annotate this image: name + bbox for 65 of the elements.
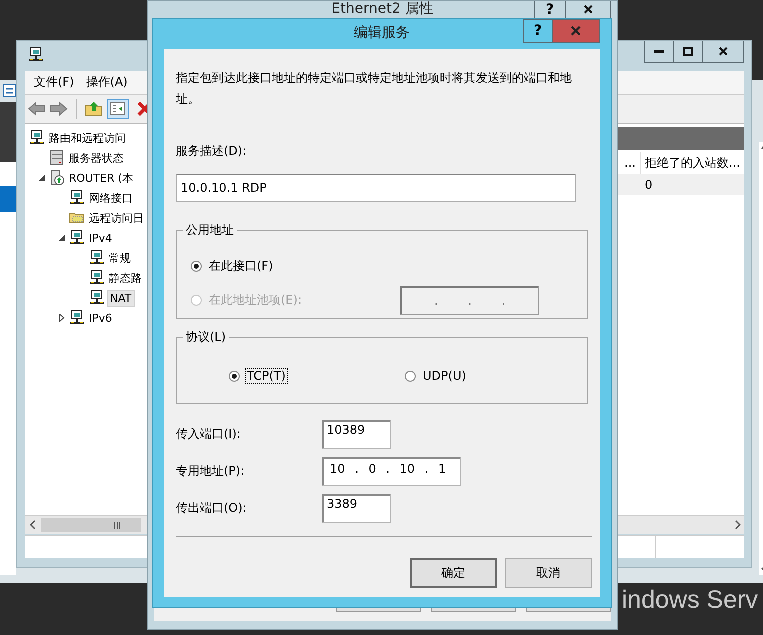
dialog-button[interactable]: 取消 [505, 558, 592, 588]
network-computer-icon [69, 310, 85, 326]
app-icon [3, 84, 17, 98]
maximize-icon [683, 47, 693, 56]
tree-item[interactable]: 路由和远程访问 [47, 130, 128, 146]
network-computer-icon [69, 190, 85, 206]
back-arrow-icon[interactable] [28, 101, 46, 117]
tree-panel-icon[interactable] [107, 99, 129, 119]
dialog-title: 编辑服务 [354, 25, 410, 41]
menu-item[interactable]: 文件(F) [34, 74, 74, 91]
radio-button[interactable] [191, 260, 202, 272]
port-field[interactable]: 10389 [322, 420, 391, 449]
group-title: 公用地址 [185, 222, 235, 239]
expanded-arrow-icon[interactable] [58, 234, 66, 242]
grip-icon [114, 522, 121, 528]
dark-panel [0, 102, 16, 162]
network-computer-icon [69, 230, 85, 246]
server-icon [49, 170, 65, 186]
instructions-text: 指定包到达此接口地址的特定端口或特定地址池项时将其发送到的端口和地址。 [176, 70, 573, 108]
tree-item[interactable]: 常规 [107, 250, 133, 266]
address-field[interactable]: 10 . 0 . 10 . 1 [322, 457, 461, 486]
description-field[interactable]: 10.0.10.1 RDP [176, 174, 576, 202]
tree-item[interactable]: 远程访问日 [87, 210, 146, 226]
tree-item[interactable]: 网络接口 [87, 190, 135, 206]
minimize-icon [654, 50, 664, 54]
field-label: 服务描述(D): [176, 143, 248, 160]
network-computer-icon [89, 270, 105, 286]
dialog-title: Ethernet2 属性 [332, 1, 434, 17]
server-icon [49, 150, 65, 166]
close-icon [571, 26, 581, 36]
forward-arrow-icon[interactable] [50, 101, 68, 117]
network-computer-icon [28, 47, 44, 63]
tree-item[interactable]: 服务器状态 [67, 150, 126, 166]
port-field[interactable]: 3389 [322, 494, 391, 523]
group-title: 协议(L) [185, 329, 228, 346]
radio-label[interactable]: TCP(T) [245, 368, 288, 384]
expanded-arrow-icon[interactable] [38, 174, 46, 182]
close-icon [718, 47, 728, 56]
radio-label[interactable]: 在此接口(F) [207, 256, 276, 276]
radio-button[interactable] [229, 370, 240, 382]
folder-up-icon[interactable] [85, 101, 103, 117]
tree-item[interactable]: 静态路 [107, 270, 144, 286]
network-computer-icon [89, 250, 105, 266]
close-button[interactable] [702, 41, 744, 63]
tree-item[interactable]: IPv6 [87, 310, 114, 326]
tree-item[interactable]: IPv4 [87, 230, 114, 246]
scroll-left-icon [29, 520, 37, 530]
network-computer-icon [89, 290, 105, 306]
minimize-button[interactable] [644, 41, 674, 63]
table-cell-text: 0 [644, 176, 654, 194]
menu-item[interactable]: 操作(A) [86, 74, 128, 91]
field-label: 传出端口(O): [176, 500, 248, 517]
tree-item[interactable]: ROUTER (本 [67, 170, 136, 186]
radio-button[interactable] [405, 370, 416, 382]
field-label: 专用地址(P): [176, 463, 246, 480]
dialog-button[interactable]: 确定 [410, 558, 497, 588]
close-icon [584, 5, 592, 14]
scroll-thumb[interactable] [41, 518, 141, 532]
network-computer-icon [29, 130, 45, 146]
radio-label[interactable]: UDP(U) [421, 368, 468, 384]
tree-item[interactable]: NAT [107, 290, 135, 306]
scroll-right-icon [734, 520, 742, 530]
collapsed-arrow-icon[interactable] [58, 314, 66, 322]
field-label: 传入端口(I): [176, 426, 242, 443]
wallpaper-text: indows Serv [622, 585, 758, 615]
